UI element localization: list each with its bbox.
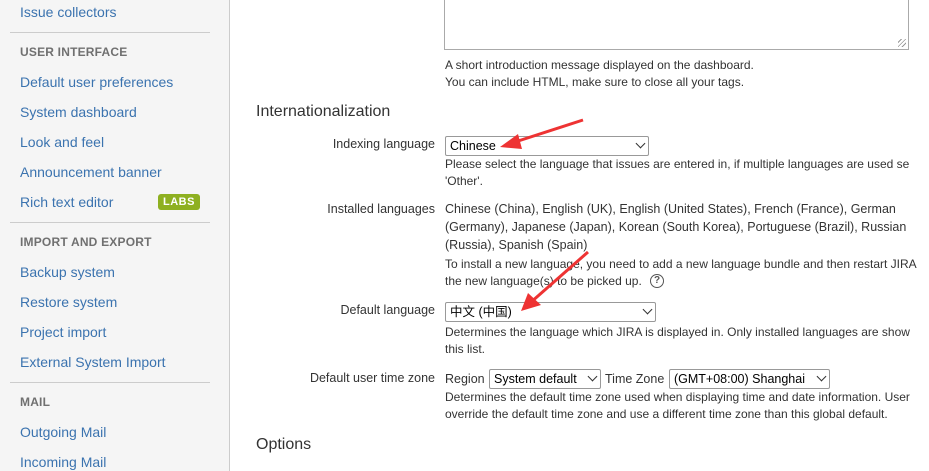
sidebar-item-default-user-preferences[interactable]: Default user preferences bbox=[20, 74, 173, 90]
region-select[interactable]: System default bbox=[489, 369, 601, 389]
intro-description: A short introduction message displayed o… bbox=[445, 58, 754, 72]
indexing-language-value: Chinese bbox=[450, 139, 496, 153]
timezone-description: override the default time zone and use a… bbox=[445, 407, 888, 421]
sidebar-item-outgoing-mail[interactable]: Outgoing Mail bbox=[20, 424, 106, 440]
installed-languages-list: Chinese (China), English (UK), English (… bbox=[445, 202, 896, 216]
indexing-language-description: 'Other'. bbox=[445, 174, 483, 188]
sidebar-item-rich-text-editor[interactable]: Rich text editor bbox=[20, 194, 113, 210]
region-value: System default bbox=[494, 372, 577, 386]
sidebar-divider bbox=[10, 32, 210, 33]
resize-grip-icon[interactable] bbox=[898, 39, 906, 47]
sidebar-item-system-dashboard[interactable]: System dashboard bbox=[20, 104, 137, 120]
sidebar-divider bbox=[10, 222, 210, 223]
chevron-down-icon bbox=[587, 371, 598, 382]
sidebar-item-incoming-mail[interactable]: Incoming Mail bbox=[20, 454, 106, 470]
introduction-textarea[interactable] bbox=[444, 0, 909, 50]
default-language-description: Determines the language which JIRA is di… bbox=[445, 325, 910, 339]
installed-languages-description: the new language(s) to be picked up. bbox=[445, 274, 642, 288]
installed-languages-label: Installed languages bbox=[327, 202, 435, 216]
default-language-label: Default language bbox=[340, 303, 435, 317]
sidebar-item-restore-system[interactable]: Restore system bbox=[20, 294, 117, 310]
indexing-language-select[interactable]: Chinese bbox=[445, 136, 649, 156]
sidebar-heading-user-interface: USER INTERFACE bbox=[20, 45, 128, 59]
section-title-internationalization: Internationalization bbox=[256, 103, 391, 120]
time-zone-select[interactable]: (GMT+08:00) Shanghai bbox=[669, 369, 830, 389]
sidebar-item-look-and-feel[interactable]: Look and feel bbox=[20, 134, 104, 150]
default-language-value: 中文 (中国) bbox=[450, 305, 512, 319]
sidebar-heading-mail: MAIL bbox=[20, 395, 51, 409]
timezone-description: Determines the default time zone used wh… bbox=[445, 390, 910, 404]
chevron-down-icon bbox=[642, 304, 653, 315]
region-label: Region bbox=[445, 372, 485, 386]
sidebar-item-announcement-banner[interactable]: Announcement banner bbox=[20, 164, 162, 180]
section-title-options: Options bbox=[256, 436, 312, 453]
sidebar-item-external-system-import[interactable]: External System Import bbox=[20, 354, 166, 370]
time-zone-label: Time Zone bbox=[605, 372, 665, 386]
chevron-down-icon bbox=[635, 138, 646, 149]
intro-description: You can include HTML, make sure to close… bbox=[445, 75, 745, 89]
sidebar-item-issue-collectors[interactable]: Issue collectors bbox=[20, 4, 116, 20]
indexing-language-label: Indexing language bbox=[332, 137, 435, 151]
sidebar-heading-import-export: IMPORT AND EXPORT bbox=[20, 235, 152, 249]
admin-sidebar: Issue collectors USER INTERFACE Default … bbox=[0, 0, 230, 471]
installed-languages-description: To install a new language, you need to a… bbox=[445, 257, 917, 271]
sidebar-item-backup-system[interactable]: Backup system bbox=[20, 264, 115, 280]
installed-languages-list: (Russia), Spanish (Spain) bbox=[445, 238, 588, 252]
time-zone-value: (GMT+08:00) Shanghai bbox=[674, 372, 805, 386]
installed-languages-list: (Germany), Japanese (Japan), Korean (Sou… bbox=[445, 220, 907, 234]
sidebar-divider bbox=[10, 382, 210, 383]
indexing-language-description: Please select the language that issues a… bbox=[445, 157, 910, 171]
default-language-description: this list. bbox=[445, 342, 486, 356]
labs-badge: LABS bbox=[158, 194, 200, 210]
default-timezone-label: Default user time zone bbox=[309, 371, 435, 385]
default-language-select[interactable]: 中文 (中国) bbox=[445, 302, 656, 322]
help-icon[interactable]: ? bbox=[650, 274, 664, 288]
sidebar-item-project-import[interactable]: Project import bbox=[20, 324, 106, 340]
chevron-down-icon bbox=[816, 371, 827, 382]
